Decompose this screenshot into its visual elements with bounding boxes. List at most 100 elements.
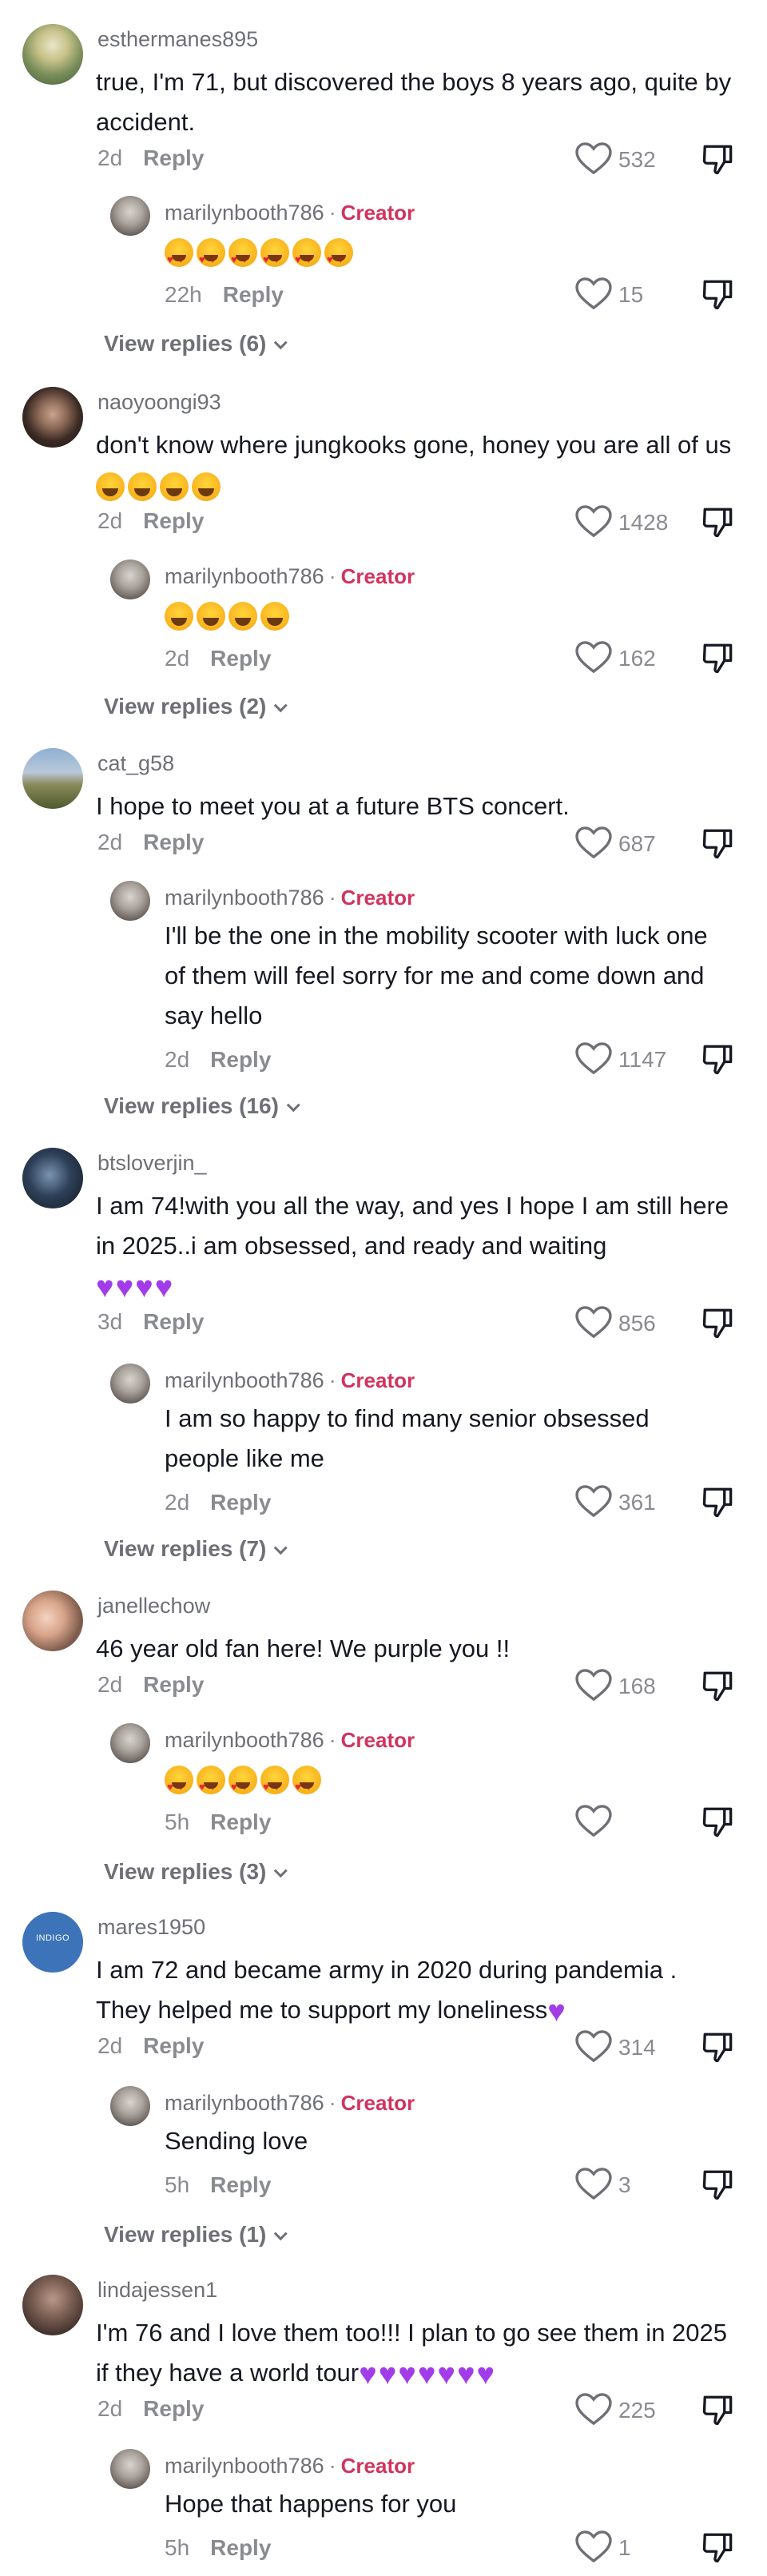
thumbs-down-icon: [702, 145, 733, 175]
avatar-mares1950[interactable]: INDIGO: [22, 1912, 83, 1973]
comment-meta: 2d Reply: [97, 2396, 204, 2422]
like-button[interactable]: 532: [575, 141, 679, 176]
like-button[interactable]: 361: [575, 1483, 679, 1519]
reply-time: 22h: [165, 282, 202, 307]
separator-dot: ·: [328, 2454, 336, 2478]
avatar-marilynbooth786[interactable]: [110, 1723, 150, 1763]
reply-button[interactable]: Reply: [210, 2172, 271, 2197]
avatar-janellechow[interactable]: [22, 1591, 83, 1651]
comment-username[interactable]: naoyoongi93: [97, 390, 221, 415]
comment-text-wrapper: I am 72 and became army in 2020 during p…: [96, 1950, 735, 2030]
chevron-down-icon: [274, 699, 288, 713]
reply-username[interactable]: marilynbooth786: [165, 201, 324, 225]
dislike-button[interactable]: [700, 2393, 738, 2428]
avatar-marilynbooth786[interactable]: [110, 2449, 150, 2489]
avatar-marilynbooth786[interactable]: [110, 196, 150, 236]
like-button[interactable]: 1: [575, 2529, 679, 2564]
dislike-button[interactable]: [700, 1306, 738, 1341]
reply-button[interactable]: Reply: [223, 282, 284, 307]
avatar-lindajessen1[interactable]: [22, 2275, 83, 2335]
like-button[interactable]: [575, 1803, 679, 1838]
dislike-button[interactable]: [700, 2168, 738, 2203]
reply-username[interactable]: marilynbooth786: [165, 1728, 324, 1752]
like-button[interactable]: 314: [575, 2029, 679, 2064]
like-button[interactable]: 168: [575, 1667, 679, 1702]
dislike-button[interactable]: [700, 641, 738, 676]
comment-username[interactable]: janellechow: [97, 1594, 210, 1618]
comment-username[interactable]: lindajessen1: [97, 2278, 217, 2303]
like-button[interactable]: 856: [575, 1304, 679, 1340]
reply-button[interactable]: Reply: [210, 1047, 271, 1072]
heart-outline-icon: [575, 2030, 612, 2062]
dislike-button[interactable]: [700, 277, 738, 313]
comment-emoji-row: ♥♥♥♥♥♥♥: [359, 2357, 496, 2391]
reply-username[interactable]: marilynbooth786: [165, 1368, 324, 1392]
avatar-cat-g58[interactable]: [22, 748, 83, 809]
reply-username-row: marilynbooth786 · Creator: [165, 201, 415, 225]
avatar-marilynbooth786[interactable]: [110, 1364, 150, 1403]
purple-heart-emoji: ♥: [96, 1270, 114, 1304]
creator-badge: Creator: [340, 1728, 415, 1752]
purple-heart-emoji: ♥: [417, 2357, 436, 2391]
heart-outline-icon: [575, 277, 612, 309]
reply-button[interactable]: Reply: [143, 508, 204, 533]
avatar-marilynbooth786[interactable]: [110, 881, 150, 921]
like-count: 1428: [618, 510, 669, 535]
like-button[interactable]: 162: [575, 639, 679, 675]
avatar-naoyoongi93[interactable]: [22, 387, 83, 448]
reply-button[interactable]: Reply: [143, 1309, 204, 1334]
reply-button[interactable]: Reply: [210, 1490, 271, 1515]
view-replies-button[interactable]: View replies (7): [104, 1536, 288, 1562]
reply-username[interactable]: marilynbooth786: [165, 886, 324, 910]
dislike-button[interactable]: [700, 1805, 738, 1840]
thumbs-down-icon: [702, 1308, 733, 1339]
avatar-marilynbooth786[interactable]: [110, 2086, 150, 2126]
reply-button[interactable]: Reply: [210, 1810, 271, 1834]
thumbs-down-icon: [702, 2533, 733, 2563]
chevron-down-icon: [274, 336, 288, 350]
reply-button[interactable]: Reply: [143, 2033, 204, 2058]
view-replies-button[interactable]: View replies (2): [104, 694, 288, 719]
view-replies-button[interactable]: View replies (6): [104, 331, 288, 356]
reply-button[interactable]: Reply: [143, 145, 204, 170]
reply-button[interactable]: Reply: [210, 646, 271, 671]
like-count: 361: [618, 1490, 656, 1515]
comment-username[interactable]: esthermanes895: [97, 27, 258, 52]
view-replies-button[interactable]: View replies (1): [104, 2222, 288, 2248]
like-button[interactable]: 1428: [575, 504, 679, 539]
reply-button[interactable]: Reply: [143, 2396, 204, 2421]
dislike-button[interactable]: [700, 1485, 738, 1520]
reply-username[interactable]: marilynbooth786: [165, 2454, 324, 2478]
reply-button[interactable]: Reply: [210, 2535, 271, 2560]
chevron-down-icon: [286, 1098, 300, 1113]
dislike-button[interactable]: [700, 505, 738, 540]
thumbs-down-icon: [702, 1487, 733, 1518]
comment-time: 2d: [97, 2396, 123, 2421]
comment-username[interactable]: btsloverjin_: [97, 1151, 207, 1176]
dislike-button[interactable]: [700, 1669, 738, 1704]
reply-button[interactable]: Reply: [143, 1672, 204, 1697]
view-replies-button[interactable]: View replies (3): [104, 1859, 288, 1885]
dislike-button[interactable]: [700, 1042, 738, 1077]
reply-username[interactable]: marilynbooth786: [165, 564, 324, 588]
like-count: 15: [618, 282, 644, 307]
dislike-button[interactable]: [700, 142, 738, 177]
comment-username[interactable]: mares1950: [97, 1915, 205, 1940]
avatar-esthermanes895[interactable]: [22, 24, 83, 85]
like-button[interactable]: 687: [575, 825, 679, 860]
like-button[interactable]: 15: [575, 276, 679, 311]
comment-username[interactable]: cat_g58: [97, 751, 174, 776]
like-count: 314: [618, 2035, 656, 2060]
dislike-button[interactable]: [700, 2030, 738, 2065]
dislike-button[interactable]: [700, 826, 738, 862]
reply-username[interactable]: marilynbooth786: [165, 2091, 324, 2115]
reply-button[interactable]: Reply: [143, 830, 204, 854]
laughing-emoji: [197, 601, 225, 631]
like-button[interactable]: 225: [575, 2391, 679, 2427]
like-button[interactable]: 1147: [575, 1041, 679, 1076]
avatar-marilynbooth786[interactable]: [110, 559, 150, 599]
avatar-btsloverjin[interactable]: [22, 1148, 83, 1208]
view-replies-button[interactable]: View replies (16): [104, 1093, 300, 1119]
dislike-button[interactable]: [700, 2530, 738, 2566]
like-button[interactable]: 3: [575, 2166, 679, 2201]
